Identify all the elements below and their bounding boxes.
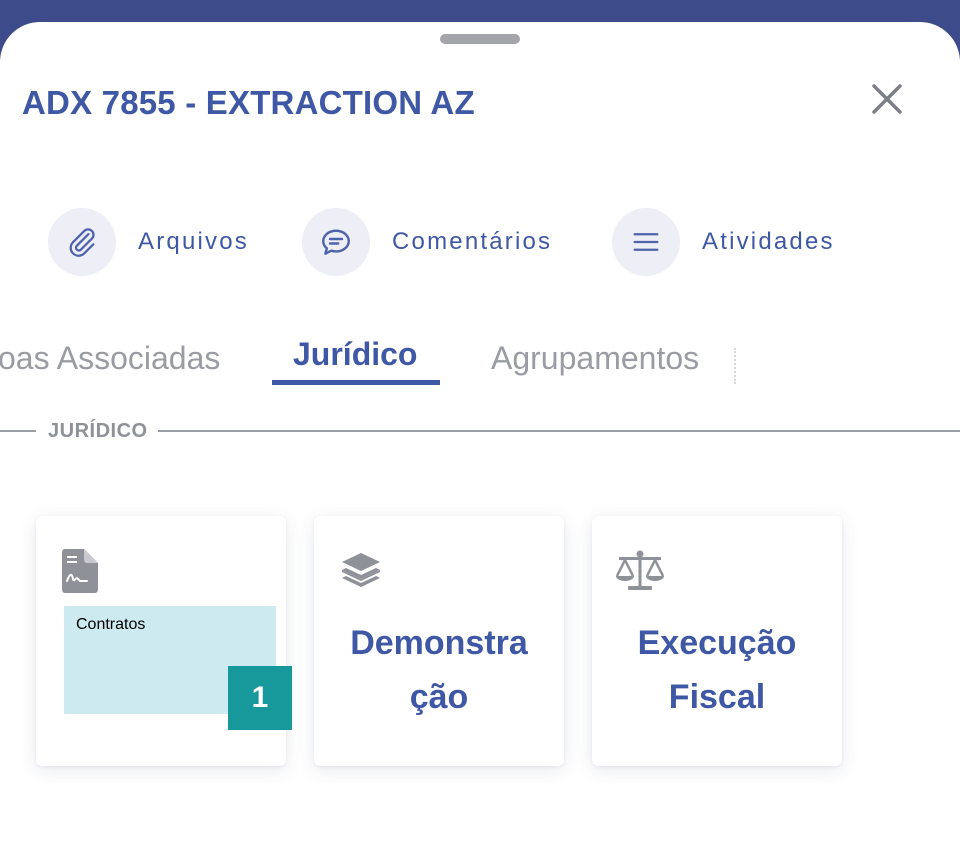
layers-icon <box>342 553 380 587</box>
comment-icon <box>322 229 350 255</box>
atividades-button[interactable]: Atividades <box>612 208 835 276</box>
card-demonstracao-label-line2: ção <box>409 678 469 716</box>
list-icon <box>633 233 659 251</box>
card-demonstracao-label-line1: Demonstra <box>350 624 528 662</box>
arquivos-label: Arquivos <box>138 228 249 255</box>
card-contratos-label: Contratos <box>76 616 146 633</box>
paperclip-icon <box>69 228 95 257</box>
active-tab-indicator <box>272 380 440 385</box>
card-demonstracao[interactable]: Demonstra ção <box>314 516 564 766</box>
drag-handle[interactable] <box>440 34 520 44</box>
tab-bar: oas Associadas Jurídico Agrupamentos <box>0 330 960 390</box>
atividades-icon-circle <box>612 208 680 276</box>
comentarios-icon-circle <box>302 208 370 276</box>
scale-icon <box>615 550 665 590</box>
arquivos-icon-circle <box>48 208 116 276</box>
tab-juridico[interactable]: Jurídico <box>293 336 417 373</box>
arquivos-button[interactable]: Arquivos <box>48 208 249 276</box>
tab-divider <box>734 348 736 384</box>
count-badge: 1 <box>228 666 292 730</box>
close-button[interactable] <box>866 78 908 120</box>
card-execucao-label-line1: Execução <box>637 624 797 662</box>
atividades-label: Atividades <box>702 228 835 255</box>
section-divider-right <box>158 430 960 432</box>
comentarios-button[interactable]: Comentários <box>302 208 552 276</box>
tab-pessoas-associadas[interactable]: oas Associadas <box>0 340 220 377</box>
contract-file-icon <box>62 549 98 593</box>
card-execucao-fiscal[interactable]: Execução Fiscal <box>592 516 842 766</box>
card-execucao-label-line2: Fiscal <box>668 678 766 716</box>
page-title: ADX 7855 - EXTRACTION AZ <box>22 84 475 121</box>
comentarios-label: Comentários <box>392 228 553 255</box>
tab-agrupamentos[interactable]: Agrupamentos <box>491 340 699 377</box>
section-divider-left <box>0 430 36 432</box>
section-label: JURÍDICO <box>48 420 148 442</box>
close-icon <box>872 84 902 114</box>
